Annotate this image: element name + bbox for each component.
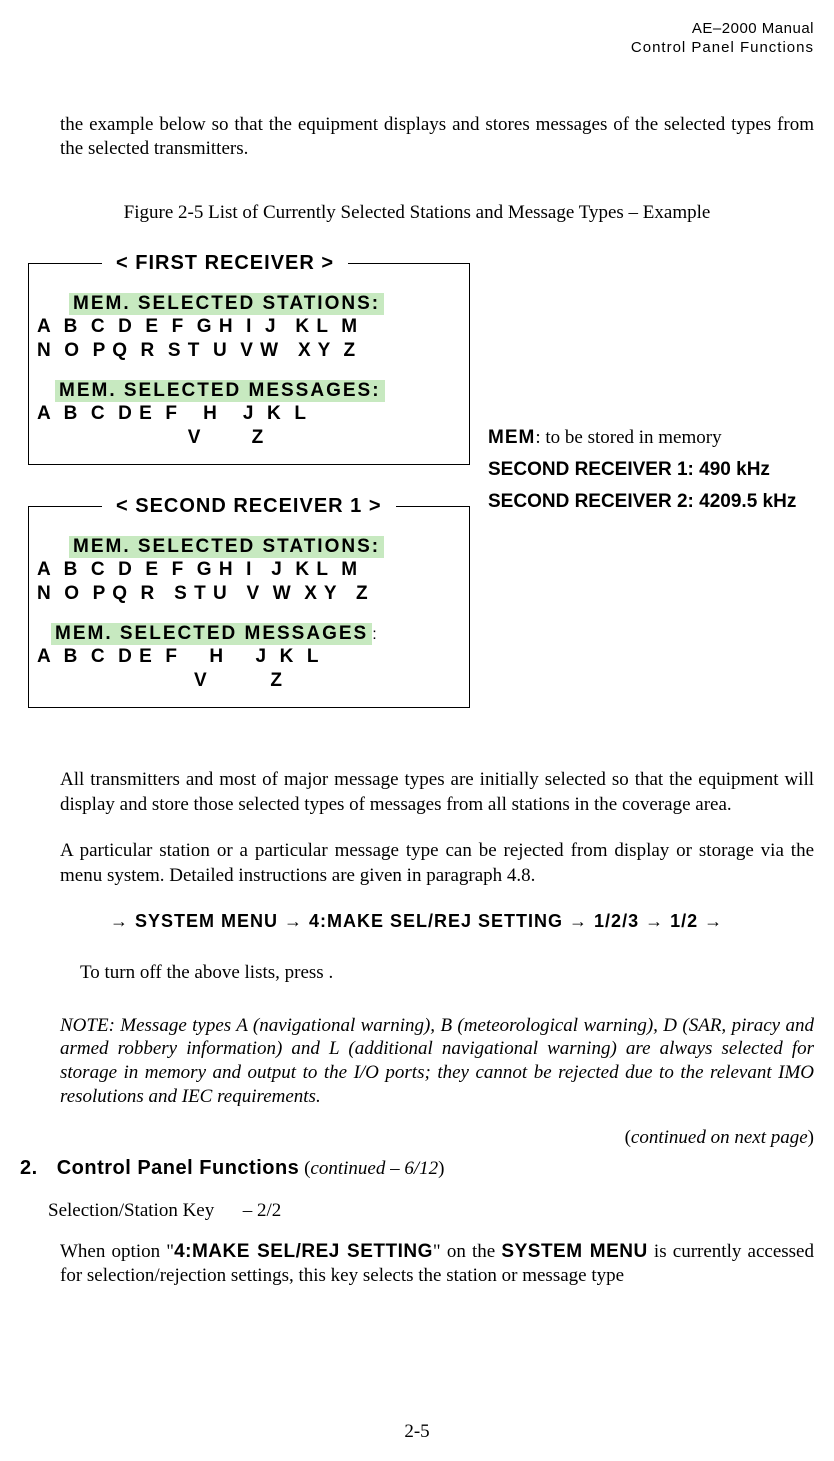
intro-paragraph: the example below so that the equipment …: [60, 113, 814, 162]
legend-mem-desc: : to be stored in memory: [535, 427, 721, 448]
legend-sr1-label: SECOND RECEIVER 1: [488, 459, 688, 480]
r1-stations-letters: A B C D E F G H I J K L M N O P Q R S T …: [37, 315, 461, 363]
note-paragraph: NOTE: Message types A (navigational warn…: [60, 1014, 814, 1109]
para-reject: A particular station or a particular mes…: [60, 839, 814, 888]
section-title: Control Panel Functions: [57, 1157, 300, 1179]
figure-legend: MEM: to be stored in memory SECOND RECEI…: [488, 252, 814, 519]
legend-sr2-val: : 4209.5 kHz: [688, 491, 797, 512]
legend-sr2-label: SECOND RECEIVER 2: [488, 491, 688, 512]
r1-messages-header: MEM. SELECTED MESSAGES:: [55, 380, 385, 402]
figure-caption: Figure 2-5 List of Currently Selected St…: [20, 202, 814, 224]
r2-messages-letters: A B C D E F H J K L V Z: [37, 645, 461, 693]
para-all-transmitters: All transmitters and most of major messa…: [60, 768, 814, 817]
r2-messages-header: MEM. SELECTED MESSAGES: [51, 623, 372, 645]
second-receiver-title: < SECOND RECEIVER 1 >: [102, 495, 396, 518]
page-number: 2-5: [0, 1421, 834, 1443]
figure-container: < FIRST RECEIVER > MEM. SELECTED STATION…: [28, 252, 814, 738]
selection-station-key-line: Selection/Station Key – 2/2: [48, 1200, 814, 1222]
page-header: AE–2000 Manual Control Panel Functions: [20, 20, 814, 58]
subkey-label: Selection/Station Key: [48, 1200, 214, 1221]
legend-mem-label: MEM: [488, 427, 535, 448]
r1-stations-header: MEM. SELECTED STATIONS:: [69, 293, 384, 315]
r2-stations-letters: A B C D E F G H I J K L M N O P Q R S T …: [37, 558, 461, 606]
section-continued: continued – 6/12: [310, 1158, 438, 1179]
subkey-suffix: – 2/2: [243, 1200, 282, 1221]
continued-next-page: (continued on next page): [20, 1127, 814, 1149]
first-receiver-box: < FIRST RECEIVER > MEM. SELECTED STATION…: [28, 252, 470, 465]
r1-messages-letters: A B C D E F H J K L V Z: [37, 402, 461, 450]
first-receiver-title: < FIRST RECEIVER >: [102, 252, 348, 275]
when-option-paragraph: When option "4:MAKE SEL/REJ SETTING" on …: [60, 1240, 814, 1289]
section-heading: 2. Control Panel Functions (continued – …: [20, 1157, 814, 1180]
header-line-2: Control Panel Functions: [20, 39, 814, 58]
legend-sr1-val: : 490 kHz: [688, 459, 770, 480]
second-receiver-box: < SECOND RECEIVER 1 > MEM. SELECTED STAT…: [28, 495, 470, 708]
r2-stations-header: MEM. SELECTED STATIONS:: [69, 536, 384, 558]
turnoff-line: To turn off the above lists, press .: [80, 962, 814, 984]
menu-path: → SYSTEM MENU → 4:MAKE SEL/REJ SETTING →…: [110, 911, 814, 932]
section-number: 2.: [20, 1157, 38, 1179]
header-line-1: AE–2000 Manual: [20, 20, 814, 39]
